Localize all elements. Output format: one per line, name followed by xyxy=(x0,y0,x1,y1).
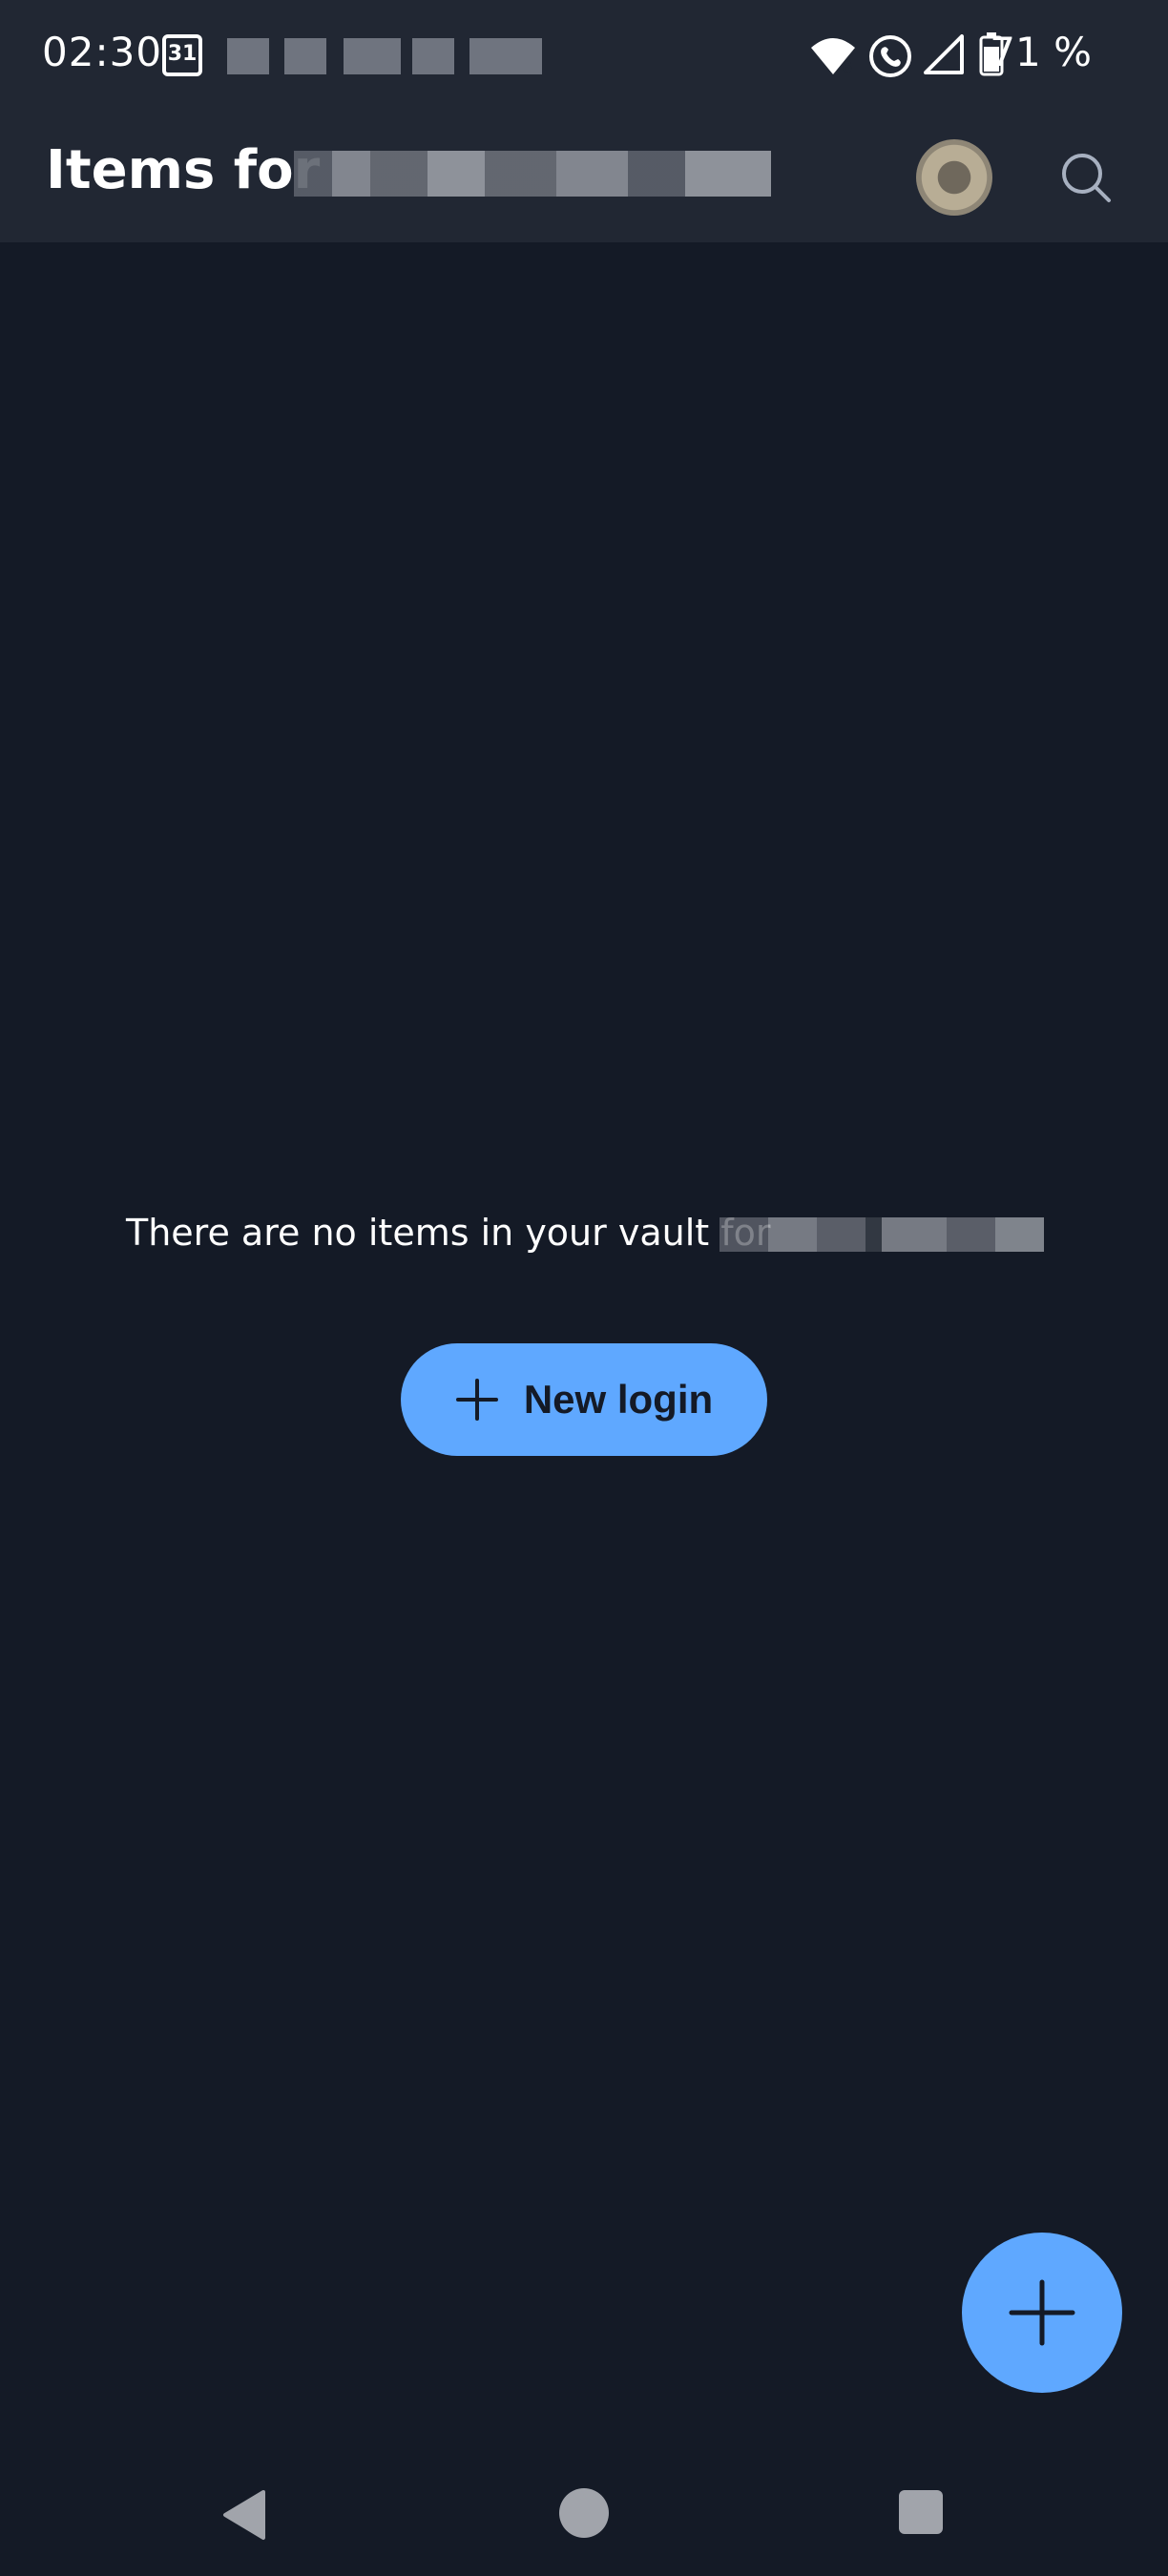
search-button[interactable] xyxy=(1012,113,1160,242)
calendar-icon: 31 xyxy=(162,34,202,76)
new-login-label: New login xyxy=(523,1377,714,1422)
screen: 02:30 31 6 71 % Items for There are no i… xyxy=(0,0,1168,2576)
wifi-calling-icon xyxy=(869,35,911,77)
notification-icon-blurred xyxy=(412,38,454,74)
avatar[interactable] xyxy=(916,139,992,216)
plus-icon xyxy=(455,1379,498,1421)
new-login-button[interactable]: New login xyxy=(401,1343,767,1456)
search-icon xyxy=(1062,154,1111,202)
nav-back-icon[interactable] xyxy=(219,2488,269,2542)
app-bar: Items for xyxy=(0,113,1168,242)
notification-icon-blurred xyxy=(284,38,326,74)
calendar-day: 31 xyxy=(167,42,198,66)
status-bar: 02:30 31 6 71 % xyxy=(0,0,1168,113)
svg-text:6: 6 xyxy=(842,58,852,76)
status-time: 02:30 xyxy=(42,29,163,75)
page-title: Items for xyxy=(46,139,321,201)
add-item-fab[interactable] xyxy=(962,2233,1122,2393)
notification-icon-blurred xyxy=(227,38,269,74)
title-domain-blurred xyxy=(294,151,771,197)
notification-icon-blurred xyxy=(469,38,542,74)
battery-percent: 71 % xyxy=(990,29,1092,75)
wifi-icon: 6 xyxy=(811,38,855,76)
notification-icon-blurred xyxy=(344,38,401,74)
nav-home-icon[interactable] xyxy=(559,2488,609,2538)
signal-icon xyxy=(924,34,964,74)
navigation-bar xyxy=(0,2442,1168,2576)
empty-state-domain-blurred xyxy=(720,1217,1044,1252)
plus-icon xyxy=(1009,2279,1075,2346)
status-icons: 6 71 % xyxy=(767,0,1168,113)
nav-recents-icon[interactable] xyxy=(899,2490,943,2534)
